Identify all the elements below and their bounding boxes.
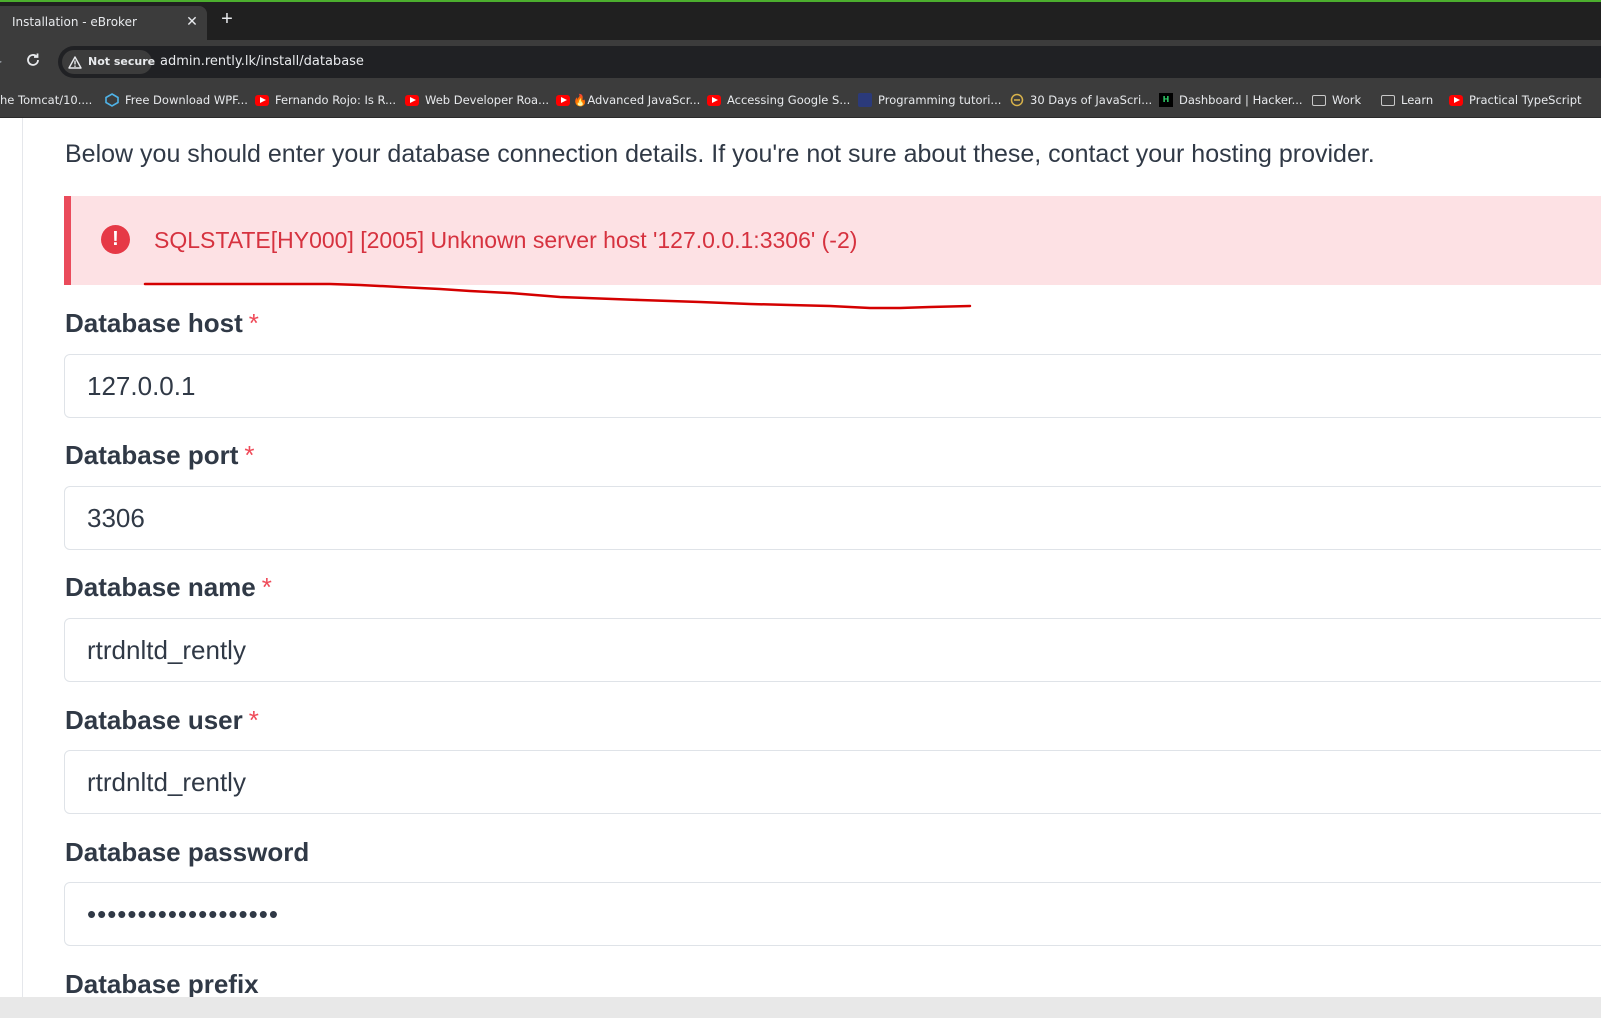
bookmark-label: 30 Days of JavaScri... [1030, 93, 1153, 107]
bookmark-folder-learn[interactable]: Learn [1381, 92, 1433, 108]
database-port-input[interactable] [64, 486, 1601, 550]
bookmark-advanced-js[interactable]: 🔥Advanced JavaScr... [556, 92, 700, 108]
youtube-icon [1449, 94, 1463, 106]
site-icon [1010, 93, 1024, 107]
address-bar[interactable]: Not secure admin.rently.lk/install/datab… [58, 46, 1601, 78]
bookmark-tomcat[interactable]: he Tomcat/10.... [0, 92, 92, 108]
bookmark-label: Free Download WPF... [125, 93, 248, 107]
label-text: Database prefix [65, 969, 259, 997]
browser-chrome: Installation - eBroker ✕ + ▸ Not secure … [0, 0, 1601, 118]
bookmark-label: Accessing Google S... [727, 93, 851, 107]
youtube-icon [405, 94, 419, 106]
folder-icon [1381, 94, 1395, 106]
bookmark-label: Work [1332, 93, 1362, 107]
database-host-input[interactable] [64, 354, 1601, 418]
bookmark-label: Dashboard | Hacker... [1179, 93, 1303, 107]
bookmark-30-days-js[interactable]: 30 Days of JavaScri... [1010, 92, 1152, 108]
folder-icon [1312, 94, 1326, 106]
tab-close-icon[interactable]: ✕ [184, 11, 200, 31]
error-message: SQLSTATE[HY000] [2005] Unknown server ho… [154, 227, 858, 253]
bookmark-hackerrank[interactable]: H Dashboard | Hacker... [1159, 92, 1303, 108]
label-database-user: Database user * [65, 705, 259, 736]
forward-arrow-icon[interactable]: ▸ [0, 54, 6, 68]
reload-icon[interactable] [24, 51, 42, 69]
youtube-icon [707, 94, 721, 106]
bookmark-programming-tutorials[interactable]: Programming tutori... [858, 92, 1001, 108]
label-database-password: Database password [65, 837, 309, 868]
bookmark-label: Practical TypeScript [1469, 93, 1582, 107]
required-marker: * [248, 308, 259, 338]
security-chip[interactable]: Not secure [62, 50, 156, 74]
red-underline-annotation [143, 282, 972, 310]
warning-triangle-icon [68, 56, 82, 69]
bookmarks-bar: he Tomcat/10.... Free Download WPF... Fe… [0, 82, 1601, 118]
bookmark-label: Programming tutori... [878, 93, 1002, 107]
browser-toolbar: ▸ Not secure admin.rently.lk/install/dat… [0, 40, 1601, 82]
label-database-prefix: Database prefix [65, 969, 259, 997]
database-name-input[interactable] [64, 618, 1601, 682]
intro-text: Below you should enter your database con… [65, 140, 1375, 168]
bookmark-google-sheets[interactable]: Accessing Google S... [707, 92, 850, 108]
bookmark-wpf[interactable]: Free Download WPF... [105, 92, 248, 108]
required-marker: * [261, 572, 272, 602]
bookmark-label: Web Developer Roa... [425, 93, 550, 107]
database-user-input[interactable] [64, 750, 1601, 814]
hackerrank-icon: H [1159, 93, 1173, 107]
browser-tab-active[interactable]: Installation - eBroker ✕ [0, 6, 207, 40]
label-text: Database password [65, 837, 310, 867]
required-marker: * [244, 440, 255, 470]
bookmark-web-developer[interactable]: Web Developer Roa... [405, 92, 549, 108]
install-page: Below you should enter your database con… [0, 118, 1601, 997]
security-label: Not secure [88, 55, 156, 68]
bookmark-label: Learn [1401, 93, 1434, 107]
tab-title: Installation - eBroker [12, 15, 137, 29]
required-marker: * [248, 705, 259, 735]
alert-accent-bar [64, 196, 71, 285]
bookmark-fernando-rojo[interactable]: Fernando Rojo: Is R... [255, 92, 396, 108]
left-border-rule [22, 118, 23, 997]
bookmark-practical-typescript[interactable]: Practical TypeScript [1449, 92, 1582, 108]
label-text: Database user [65, 705, 243, 735]
label-text: Database name [65, 572, 256, 602]
database-password-input[interactable] [64, 882, 1601, 946]
youtube-icon [556, 94, 570, 106]
bookmark-label: he Tomcat/10.... [0, 93, 93, 107]
label-text: Database host [65, 308, 243, 338]
bookmark-folder-work[interactable]: Work [1312, 92, 1361, 108]
label-text: Database port [65, 440, 239, 470]
new-tab-button[interactable]: + [217, 9, 237, 31]
label-database-name: Database name * [65, 572, 272, 603]
tab-strip: Installation - eBroker ✕ + [0, 2, 1601, 40]
wpf-icon [105, 93, 119, 107]
youtube-icon [255, 94, 269, 106]
window-bottom-edge [0, 997, 1601, 1018]
error-alert: ! SQLSTATE[HY000] [2005] Unknown server … [64, 196, 1601, 285]
bookmark-label: 🔥Advanced JavaScr... [573, 93, 701, 107]
exclamation-circle-icon: ! [101, 225, 130, 254]
bookmark-label: Fernando Rojo: Is R... [275, 93, 397, 107]
site-icon [858, 93, 872, 107]
label-database-port: Database port * [65, 440, 255, 471]
label-database-host: Database host * [65, 308, 259, 339]
url-text[interactable]: admin.rently.lk/install/database [160, 54, 364, 69]
